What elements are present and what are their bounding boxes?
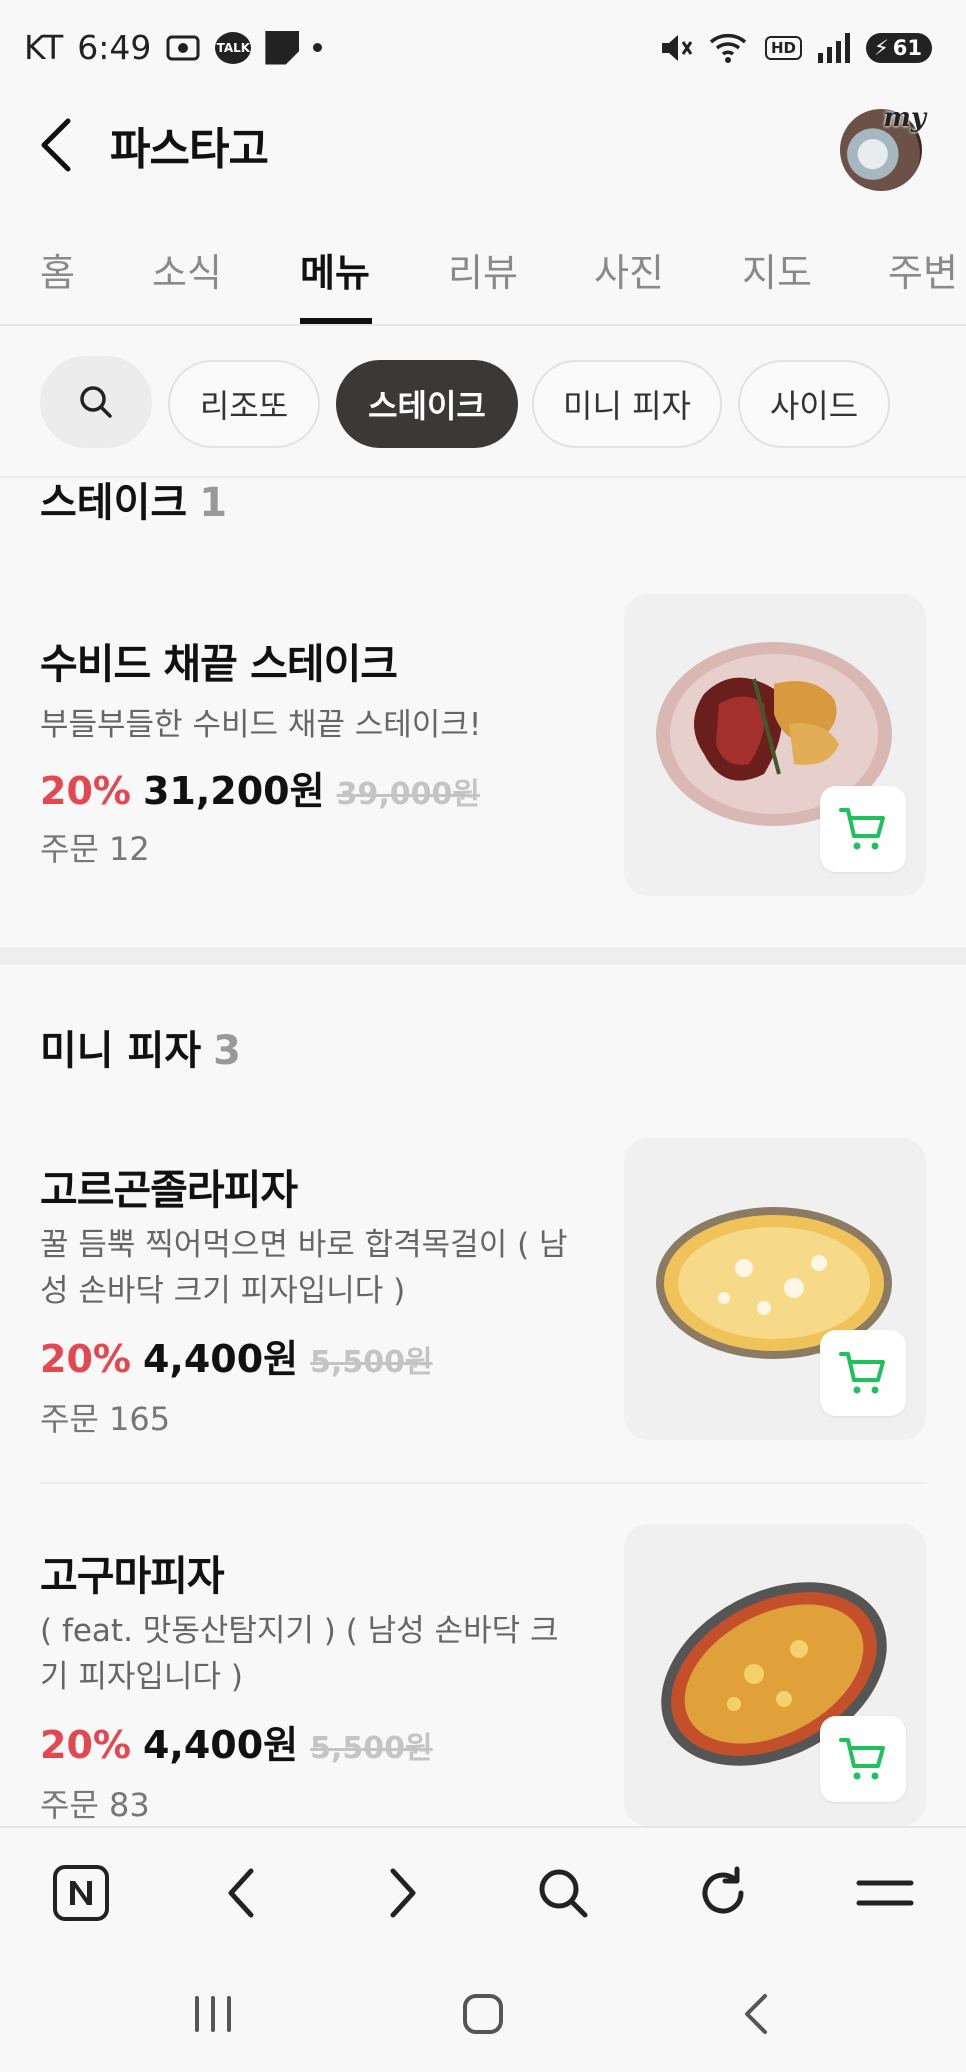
status-right: HD ⚡ 61 — [659, 32, 932, 64]
tab-nearby[interactable]: 주변 — [888, 242, 958, 297]
home-button[interactable] — [448, 1984, 518, 2044]
clock: 6:49 — [77, 28, 152, 67]
tab-reviews[interactable]: 리뷰 — [448, 242, 518, 297]
sale-price: 31,200원 — [142, 769, 325, 813]
battery-icon: ⚡ 61 — [866, 32, 932, 63]
avatar[interactable]: my — [840, 103, 926, 191]
item-name: 수비드 채끝 스테이크 — [40, 640, 398, 688]
add-to-cart-button[interactable] — [820, 786, 906, 872]
carrier-label: KT — [24, 28, 64, 67]
home-icon — [463, 1994, 503, 2034]
tab-photos[interactable]: 사진 — [594, 242, 664, 297]
item-name: 고르곤졸라피자 — [40, 1166, 298, 1214]
filter-chip-risotto[interactable]: 리조또 — [168, 360, 320, 448]
recent-apps-icon — [195, 1996, 231, 2032]
add-to-cart-button[interactable] — [820, 1716, 906, 1802]
note-icon — [265, 30, 300, 65]
tab-news[interactable]: 소식 — [152, 242, 222, 297]
section-count: 1 — [199, 480, 228, 526]
page-title: 파스타고 — [110, 124, 269, 175]
item-photo[interactable] — [624, 594, 926, 896]
search-icon — [539, 1869, 588, 1918]
browser-refresh-button[interactable] — [688, 1858, 758, 1928]
order-count: 주문 165 — [40, 1400, 171, 1438]
menu-item[interactable]: 고구마피자 ( feat. 맛동산탐지기 ) ( 남성 손바닥 크기 피자입니다… — [0, 1524, 966, 1826]
tab-map[interactable]: 지도 — [742, 242, 812, 297]
original-price: 5,500원 — [310, 1345, 433, 1380]
price-row: 20% 31,200원 39,000원 — [40, 760, 480, 815]
forward-arrow-icon — [390, 1868, 416, 1918]
section-count: 3 — [213, 1028, 241, 1074]
battery-level: 61 — [892, 35, 922, 60]
sale-price: 4,400원 — [142, 1337, 299, 1381]
menu-search-button[interactable] — [40, 356, 152, 448]
price-row: 20% 4,400원 5,500원 — [40, 1328, 433, 1383]
app-header: 파스타고 my — [0, 95, 966, 195]
discount-rate: 20% — [40, 1337, 131, 1381]
item-description: 꿀 듬뿍 찍어먹으면 바로 합격목걸이 ( 남성 손바닥 크기 피자입니다 ) — [40, 1227, 568, 1309]
add-to-cart-button[interactable] — [820, 1330, 906, 1416]
active-tab-indicator — [300, 318, 372, 324]
search-icon — [80, 386, 112, 418]
filter-chip-steak[interactable]: 스테이크 — [336, 360, 518, 448]
item-divider — [40, 1482, 926, 1484]
mute-icon — [662, 34, 693, 61]
wifi-icon — [709, 33, 747, 63]
system-back-icon — [745, 1994, 767, 2034]
refresh-icon — [702, 1866, 744, 1914]
sale-price: 4,400원 — [142, 1723, 299, 1767]
menu-icon — [856, 1880, 914, 1906]
cart-icon — [839, 808, 885, 850]
discount-rate: 20% — [40, 769, 131, 813]
item-photo[interactable] — [624, 1524, 926, 1826]
order-count: 주문 83 — [40, 1786, 150, 1824]
category-filter-row: 리조또 스테이크 미니 피자 사이드 — [0, 330, 966, 478]
section-title-steak: 스테이크 1 — [40, 470, 227, 528]
filter-chip-mini-pizza[interactable]: 미니 피자 — [532, 360, 722, 448]
menu-item[interactable]: 고르곤졸라피자 꿀 듬뿍 찍어먹으면 바로 합격목걸이 ( 남성 손바닥 크기 … — [0, 1138, 966, 1440]
avatar-my-label: my — [883, 103, 926, 133]
signal-icon — [818, 32, 851, 63]
discount-rate: 20% — [40, 1723, 131, 1767]
browser-toolbar — [0, 1826, 966, 1956]
back-button[interactable] — [36, 117, 76, 173]
browser-search-button[interactable] — [528, 1858, 598, 1928]
kakaotalk-icon: TALK — [215, 31, 252, 64]
section-divider — [0, 947, 966, 965]
screenshot-icon — [166, 35, 200, 60]
system-navigation-bar — [0, 1956, 966, 2072]
order-count: 주문 12 — [40, 830, 150, 868]
section-title-mini-pizza: 미니 피자 3 — [40, 1018, 241, 1076]
naver-home-button[interactable] — [46, 1858, 116, 1928]
cart-icon — [839, 1738, 885, 1780]
section-title-text: 미니 피자 — [40, 1028, 202, 1074]
tab-bar: 홈 소식 메뉴 리뷰 사진 지도 주변 — [0, 230, 966, 326]
filter-chip-side[interactable]: 사이드 — [738, 360, 890, 448]
price-row: 20% 4,400원 5,500원 — [40, 1714, 433, 1769]
tab-menu[interactable]: 메뉴 — [300, 242, 370, 297]
back-arrow-icon — [228, 1868, 254, 1918]
status-left: KT 6:49 TALK — [24, 28, 323, 67]
tab-home[interactable]: 홈 — [40, 242, 75, 297]
browser-forward-button[interactable] — [368, 1858, 438, 1928]
cart-icon — [839, 1352, 885, 1394]
more-notifications-icon — [313, 43, 323, 52]
item-name: 고구마피자 — [40, 1552, 225, 1600]
section-title-text: 스테이크 — [40, 480, 188, 526]
naver-home-icon — [53, 1865, 109, 1921]
browser-back-button[interactable] — [206, 1858, 276, 1928]
recent-apps-button[interactable] — [178, 1984, 248, 2044]
hd-voice-icon: HD — [765, 35, 803, 60]
original-price: 5,500원 — [310, 1731, 433, 1766]
browser-menu-button[interactable] — [850, 1858, 920, 1928]
item-description: ( feat. 맛동산탐지기 ) ( 남성 손바닥 크기 피자입니다 ) — [40, 1613, 559, 1695]
status-bar: KT 6:49 TALK HD ⚡ 61 — [0, 0, 966, 95]
item-description: 부들부들한 수비드 채끝 스테이크! — [40, 707, 482, 743]
menu-item[interactable]: 수비드 채끝 스테이크 부들부들한 수비드 채끝 스테이크! 20% 31,20… — [0, 594, 966, 896]
item-photo[interactable] — [624, 1138, 926, 1440]
original-price: 39,000원 — [336, 777, 480, 812]
system-back-button[interactable] — [720, 1984, 790, 2044]
